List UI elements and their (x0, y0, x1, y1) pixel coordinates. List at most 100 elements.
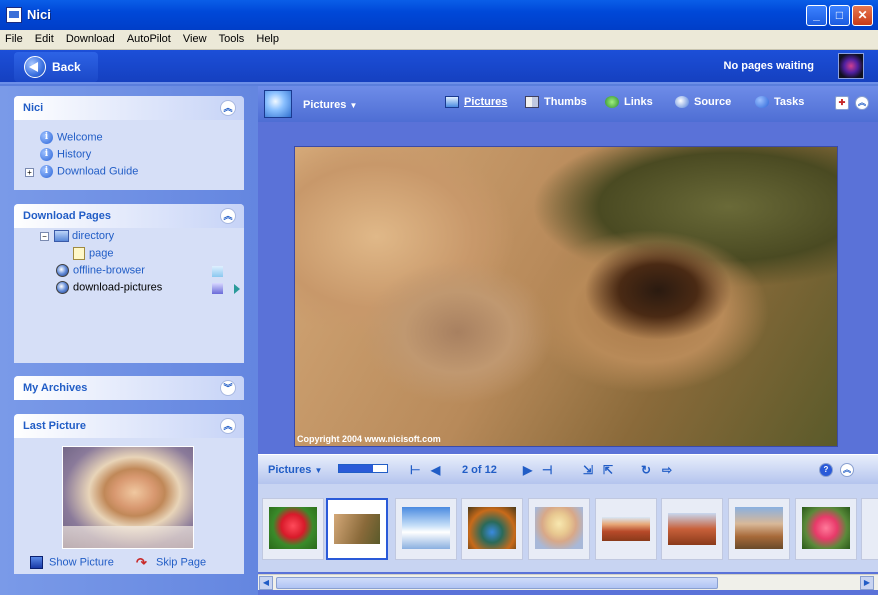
download-pictures-label: download-pictures (73, 281, 163, 294)
tab-thumbs[interactable]: Thumbs (525, 96, 587, 109)
last-picture-icon[interactable]: ⊣ (542, 463, 552, 477)
last-picture-header[interactable]: Last Picture ︽ (14, 414, 244, 438)
thumbnail-image (802, 507, 850, 549)
pictures-icon (445, 96, 459, 109)
collapse-icon[interactable]: ︽ (220, 418, 236, 434)
my-archives-header[interactable]: My Archives ︾ (14, 376, 244, 400)
scroll-right-icon[interactable]: ▶ (860, 576, 874, 590)
globe-icon (56, 281, 69, 294)
expand-icon[interactable]: ︾ (220, 380, 236, 396)
info-icon: i (40, 148, 53, 161)
show-picture-button[interactable]: Show Picture (30, 556, 114, 569)
back-arrow-icon (24, 56, 46, 78)
thumbnail-image (269, 507, 317, 549)
collapse-icon[interactable]: ︽ (855, 96, 869, 110)
thumbnail-item[interactable] (595, 498, 657, 560)
filmstrip-label: Pictures (268, 464, 312, 476)
menu-view[interactable]: View (178, 30, 211, 45)
download-pages-panel: Download Pages ︽ − directory page offlin… (14, 204, 244, 363)
picture-viewer[interactable]: Copyright 2004 www.nicisoft.com (294, 146, 838, 447)
filmstrip-bar: Pictures ▼ ⊢ ◀ 2 of 12 ▶ ⊣ ⇲ ⇱ ↻ ⇨ ? ︽ (258, 454, 878, 484)
thumbnail-item[interactable] (861, 498, 878, 560)
play-icon[interactable] (234, 284, 240, 294)
offline-browser-item[interactable]: offline-browser (56, 264, 145, 277)
tab-source[interactable]: Source (675, 96, 732, 109)
directory-item[interactable]: directory (54, 230, 114, 243)
menu-tools[interactable]: Tools (214, 30, 249, 45)
tab-links[interactable]: Links (605, 96, 653, 109)
tab-tasks[interactable]: Tasks (755, 96, 805, 109)
nici-panel-header[interactable]: Nici ︽ (14, 96, 244, 120)
info-icon: i (40, 131, 53, 144)
filmstrip-dropdown[interactable]: Pictures ▼ (268, 464, 322, 476)
thumbnail-item[interactable] (795, 498, 857, 560)
menu-autopilot[interactable]: AutoPilot (122, 30, 175, 45)
collapse-icon[interactable]: ︽ (840, 463, 854, 477)
links-icon (605, 96, 619, 109)
collapse-icon[interactable]: ︽ (220, 208, 236, 224)
download-pictures-item[interactable]: download-pictures (56, 281, 162, 294)
download-pages-header[interactable]: Download Pages ︽ (14, 204, 244, 228)
minimize-button[interactable]: _ (806, 5, 827, 26)
horizontal-scrollbar[interactable]: ◀ ▶ (258, 574, 878, 590)
thumbnail-image (468, 507, 516, 549)
rotate-up-icon[interactable]: ⇱ (603, 463, 613, 477)
menu-file[interactable]: File (0, 30, 27, 45)
sidebar: Nici ︽ i Welcome i History + i Download Gui… (0, 86, 258, 595)
tab-thumbs-label: Thumbs (544, 96, 587, 108)
expand-icon[interactable]: + (25, 168, 34, 177)
picture-counter: 2 of 12 (462, 464, 497, 476)
help-icon[interactable]: ? (819, 463, 833, 477)
thumbnail-item[interactable] (262, 498, 324, 560)
next-picture-icon[interactable]: ▶ (523, 463, 532, 477)
collapse-tree-icon[interactable]: − (40, 232, 49, 241)
thumbnail-image (668, 513, 716, 545)
thumbnail-item[interactable] (326, 498, 388, 560)
tab-pictures[interactable]: Pictures (445, 96, 507, 109)
first-picture-icon[interactable]: ⊢ (410, 463, 420, 477)
menu-edit[interactable]: Edit (30, 30, 58, 45)
history-link[interactable]: i History (40, 148, 91, 161)
collapse-icon[interactable]: ︽ (220, 100, 236, 116)
menu-download[interactable]: Download (61, 30, 119, 45)
status-icon (212, 266, 223, 277)
skip-page-label: Skip Page (156, 556, 207, 569)
back-button[interactable]: Back (14, 52, 98, 82)
fullscreen-icon[interactable]: ✚ (835, 96, 849, 110)
refresh-icon[interactable]: ↻ (641, 463, 651, 477)
tab-tasks-label: Tasks (774, 96, 805, 108)
chevron-down-icon: ▼ (314, 466, 323, 475)
download-progress-bar (338, 464, 388, 473)
status-icon (212, 283, 223, 294)
last-picture-image[interactable] (62, 446, 194, 549)
thumbnail-item[interactable] (661, 498, 723, 560)
thumbnail-item[interactable] (395, 498, 457, 560)
thumbnail-item[interactable] (528, 498, 590, 560)
previous-picture-icon[interactable]: ◀ (431, 463, 440, 477)
thumbnail-item[interactable] (728, 498, 790, 560)
thumbnail-image (735, 507, 783, 549)
view-dropdown[interactable]: Pictures ▼ (303, 99, 357, 111)
redo-arrow-icon: ↷ (136, 555, 147, 570)
tab-source-label: Source (694, 96, 732, 108)
goto-icon[interactable]: ⇨ (662, 463, 672, 477)
welcome-link[interactable]: i Welcome (40, 131, 103, 144)
main-area: Pictures ▼ Pictures Thumbs Links Source … (258, 86, 878, 595)
skip-page-button[interactable]: ↷ Skip Page (136, 556, 206, 569)
thumbnail-image (602, 517, 650, 541)
thumbnail-item[interactable] (461, 498, 523, 560)
toolbar: Back No pages waiting (0, 50, 878, 84)
close-button[interactable]: ✕ (852, 5, 873, 26)
scroll-left-icon[interactable]: ◀ (259, 576, 273, 590)
show-picture-label: Show Picture (49, 556, 114, 569)
page-item[interactable]: page (73, 247, 113, 260)
window-title: Nici (27, 7, 51, 22)
scrollbar-thumb[interactable] (276, 577, 718, 589)
maximize-button[interactable]: □ (829, 5, 850, 26)
download-guide-link[interactable]: i Download Guide (40, 165, 138, 178)
globe-icon (56, 264, 69, 277)
thumbnail-strip (258, 484, 878, 572)
panel-title: Last Picture (23, 420, 86, 432)
rotate-down-icon[interactable]: ⇲ (583, 463, 593, 477)
menu-help[interactable]: Help (251, 30, 283, 45)
